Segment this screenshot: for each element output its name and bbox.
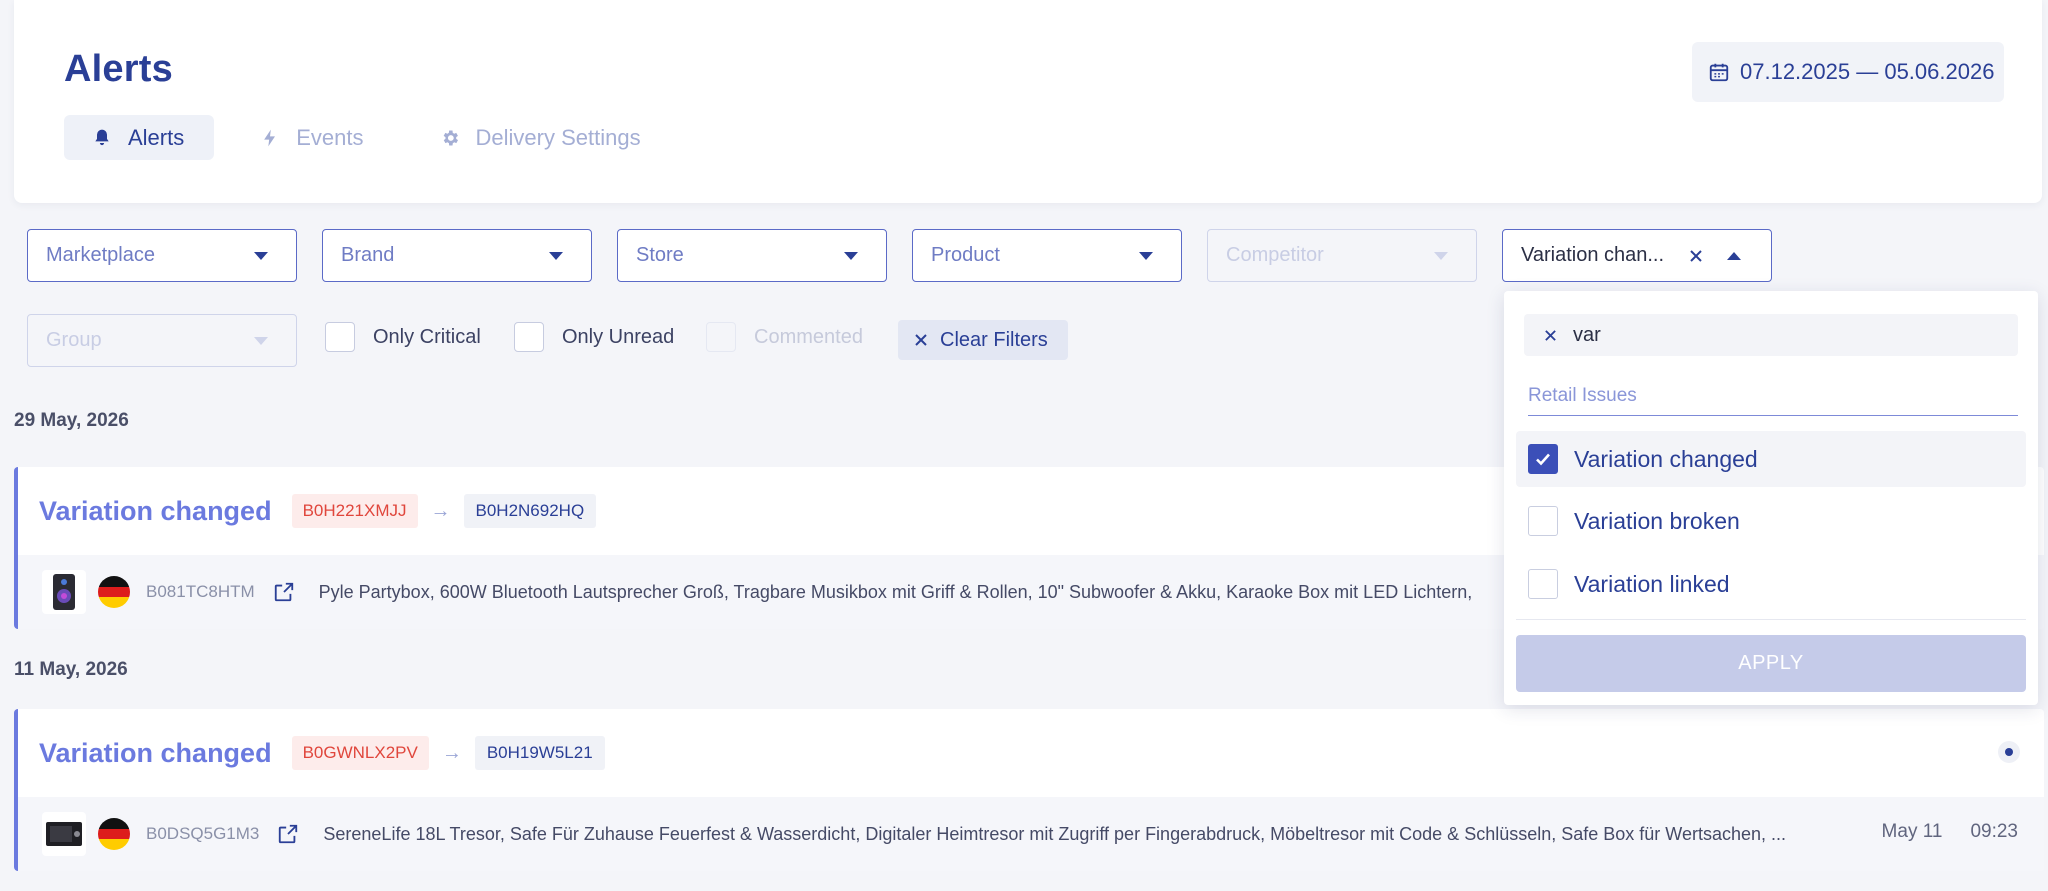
apply-button[interactable]: APPLY [1516, 635, 2026, 692]
search-value: var [1573, 323, 1601, 346]
clear-filters-label: Clear Filters [940, 328, 1048, 351]
checkbox-label: Only Unread [562, 325, 675, 348]
checkbox-box [1528, 569, 1558, 599]
alert-time: 09:23 [1970, 821, 2018, 842]
checkbox-checked [1528, 444, 1558, 474]
group-select: Group [27, 314, 297, 367]
option-label: Variation linked [1574, 570, 1730, 597]
chevron-down-icon [254, 251, 268, 260]
product-thumbnail [42, 812, 86, 856]
checkbox-label: Commented [754, 325, 863, 348]
clear-filters-button[interactable]: Clear Filters [898, 320, 1068, 360]
clear-icon[interactable] [1689, 249, 1703, 263]
date-range-picker[interactable]: 07.12.2025 — 05.06.2026 [1692, 42, 2004, 102]
checkbox-box [514, 322, 544, 352]
tab-label: Alerts [128, 124, 185, 150]
product-title: SereneLife 18L Tresor, Safe Für Zuhause … [323, 823, 1787, 844]
brand-select[interactable]: Brand [322, 229, 592, 282]
chevron-down-icon [549, 251, 563, 260]
alert-timestamp: May 11 09:23 [1882, 821, 2018, 843]
tab-events[interactable]: Events [232, 115, 393, 160]
product-thumbnail [42, 570, 86, 614]
alert-title: Variation changed [39, 495, 272, 526]
divider [1516, 619, 2026, 620]
germany-flag-icon [98, 576, 130, 608]
chevron-up-icon [1727, 251, 1741, 260]
product-sku: B0DSQ5G1M3 [146, 824, 260, 843]
option-variation-linked[interactable]: Variation linked [1516, 556, 2026, 612]
option-label: Variation broken [1574, 507, 1740, 534]
only-unread-checkbox[interactable]: Only Unread [514, 322, 674, 352]
product-select[interactable]: Product [912, 229, 1182, 282]
only-critical-checkbox[interactable]: Only Critical [325, 322, 481, 352]
alert-type-dropdown: var Retail Issues Variation changed Vari… [1504, 291, 2038, 705]
alert-card-product: B0DSQ5G1M3 SereneLife 18L Tresor, Safe F… [18, 797, 2044, 871]
option-variation-broken[interactable]: Variation broken [1516, 493, 2026, 549]
commented-checkbox: Commented [706, 322, 863, 352]
checkbox-box [1528, 506, 1558, 536]
close-icon [915, 334, 927, 346]
alert-type-select[interactable]: Variation chan... [1502, 229, 1772, 282]
external-link-icon[interactable] [273, 581, 295, 603]
alert-card[interactable]: Variation changed B0GWNLX2PV → B0H19W5L2… [14, 709, 2044, 871]
tab-alerts[interactable]: Alerts [64, 115, 215, 160]
select-placeholder: Group [46, 329, 102, 351]
marketplace-select[interactable]: Marketplace [27, 229, 297, 282]
option-label: Variation changed [1574, 445, 1758, 472]
select-value: Variation chan... [1521, 244, 1665, 266]
tab-label: Events [296, 124, 364, 150]
chevron-down-icon [1434, 251, 1448, 260]
from-asin-badge: B0GWNLX2PV [291, 736, 429, 770]
arrow-right-icon: → [441, 741, 462, 764]
bell-icon [95, 129, 109, 145]
clear-search-icon[interactable] [1544, 329, 1557, 342]
option-variation-changed[interactable]: Variation changed [1516, 431, 2026, 487]
tab-label: Delivery Settings [475, 124, 641, 150]
date-heading: 11 May, 2026 [14, 659, 128, 680]
store-select[interactable]: Store [617, 229, 887, 282]
unread-indicator[interactable] [1998, 741, 2020, 763]
select-placeholder: Brand [341, 244, 395, 266]
alert-date: May 11 [1881, 821, 1943, 842]
page-title: Alerts [64, 48, 173, 90]
bolt-icon [264, 129, 276, 146]
tab-delivery-settings[interactable]: Delivery Settings [412, 115, 671, 160]
chevron-down-icon [844, 251, 858, 260]
arrow-right-icon: → [430, 499, 451, 522]
alert-card-header: Variation changed B0GWNLX2PV → B0H19W5L2… [18, 709, 2044, 797]
select-placeholder: Product [931, 244, 1000, 266]
product-sku: B081TC8HTM [146, 582, 255, 601]
select-placeholder: Competitor [1226, 244, 1324, 266]
tab-bar: Alerts Events Delivery Settings [64, 115, 671, 160]
chevron-down-icon [254, 336, 268, 345]
checkbox-box [325, 322, 355, 352]
product-title: Pyle Partybox, 600W Bluetooth Lautsprech… [318, 581, 1473, 602]
germany-flag-icon [98, 818, 130, 850]
chevron-down-icon [1139, 251, 1153, 260]
header-card: Alerts 07.12.2025 — 05.06.2026 Alerts Ev… [14, 0, 2042, 203]
select-placeholder: Marketplace [46, 244, 155, 266]
from-asin-badge: B0H221XMJJ [291, 494, 418, 528]
competitor-select: Competitor [1207, 229, 1477, 282]
date-heading: 29 May, 2026 [14, 410, 129, 431]
checkbox-label: Only Critical [373, 325, 481, 348]
date-range-label: 07.12.2025 — 05.06.2026 [1740, 59, 1995, 84]
option-group-label: Retail Issues [1528, 385, 2018, 416]
select-placeholder: Store [636, 244, 684, 266]
checkmark-icon [1536, 453, 1550, 466]
to-asin-badge: B0H19W5L21 [474, 736, 605, 770]
alert-title: Variation changed [39, 737, 272, 768]
gear-icon [443, 130, 458, 145]
checkbox-box [706, 322, 736, 352]
calendar-icon [1709, 63, 1729, 82]
dropdown-search-input[interactable]: var [1524, 314, 2018, 356]
external-link-icon[interactable] [277, 823, 299, 845]
to-asin-badge: B0H2N692HQ [463, 494, 597, 528]
